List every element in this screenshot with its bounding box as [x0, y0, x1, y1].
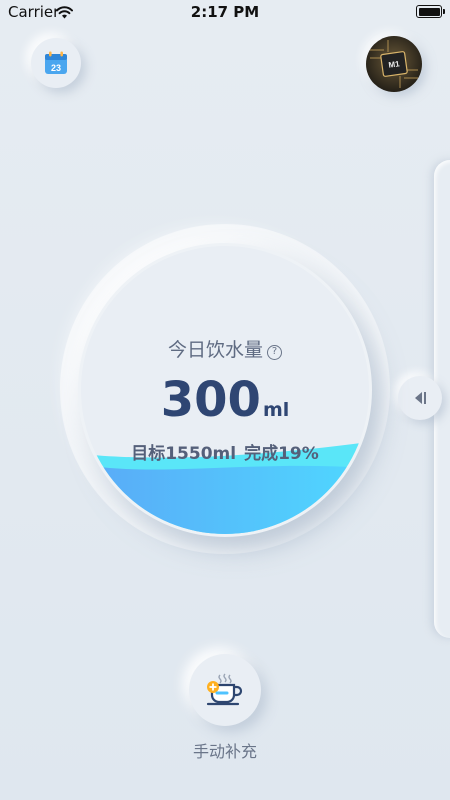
calendar-button[interactable]: 23 [31, 38, 81, 88]
progress-text: 完成19% [244, 444, 319, 464]
calendar-day: 23 [51, 63, 61, 73]
calendar-icon: 23 [45, 51, 67, 74]
wave-front [81, 464, 369, 534]
status-bar: Carrier 2:17 PM [0, 0, 450, 26]
chevron-left-icon [415, 392, 426, 404]
battery-icon [416, 5, 445, 18]
drawer-toggle-button[interactable] [398, 376, 442, 420]
status-time: 2:17 PM [190, 3, 260, 21]
intake-amount-unit: ml [262, 399, 290, 421]
goal-progress-row: 目标1550ml 完成19% [81, 439, 369, 464]
avatar-chip-label: M1 [388, 59, 401, 70]
water-progress-circle[interactable]: 今日饮水量? 300 ml 目标1550ml 完成19% [78, 243, 372, 537]
screen: Carrier 2:17 PM 23 M1 今日饮水量 ? 300 ml 目标1… [0, 0, 450, 800]
help-icon[interactable]: ? [267, 345, 282, 360]
intake-title: 今日饮水量? [81, 335, 369, 362]
manual-add-button[interactable] [189, 654, 261, 726]
intake-amount: 300 ml [81, 372, 369, 428]
manual-add-label: 手动补充 [192, 742, 257, 761]
goal-text: 目标1550ml [131, 444, 237, 464]
intake-title-text: 今日饮水量 [167, 339, 263, 361]
cup-add-icon [206, 673, 243, 706]
intake-amount-value: 300 [160, 372, 261, 428]
avatar[interactable]: M1 [366, 36, 422, 92]
